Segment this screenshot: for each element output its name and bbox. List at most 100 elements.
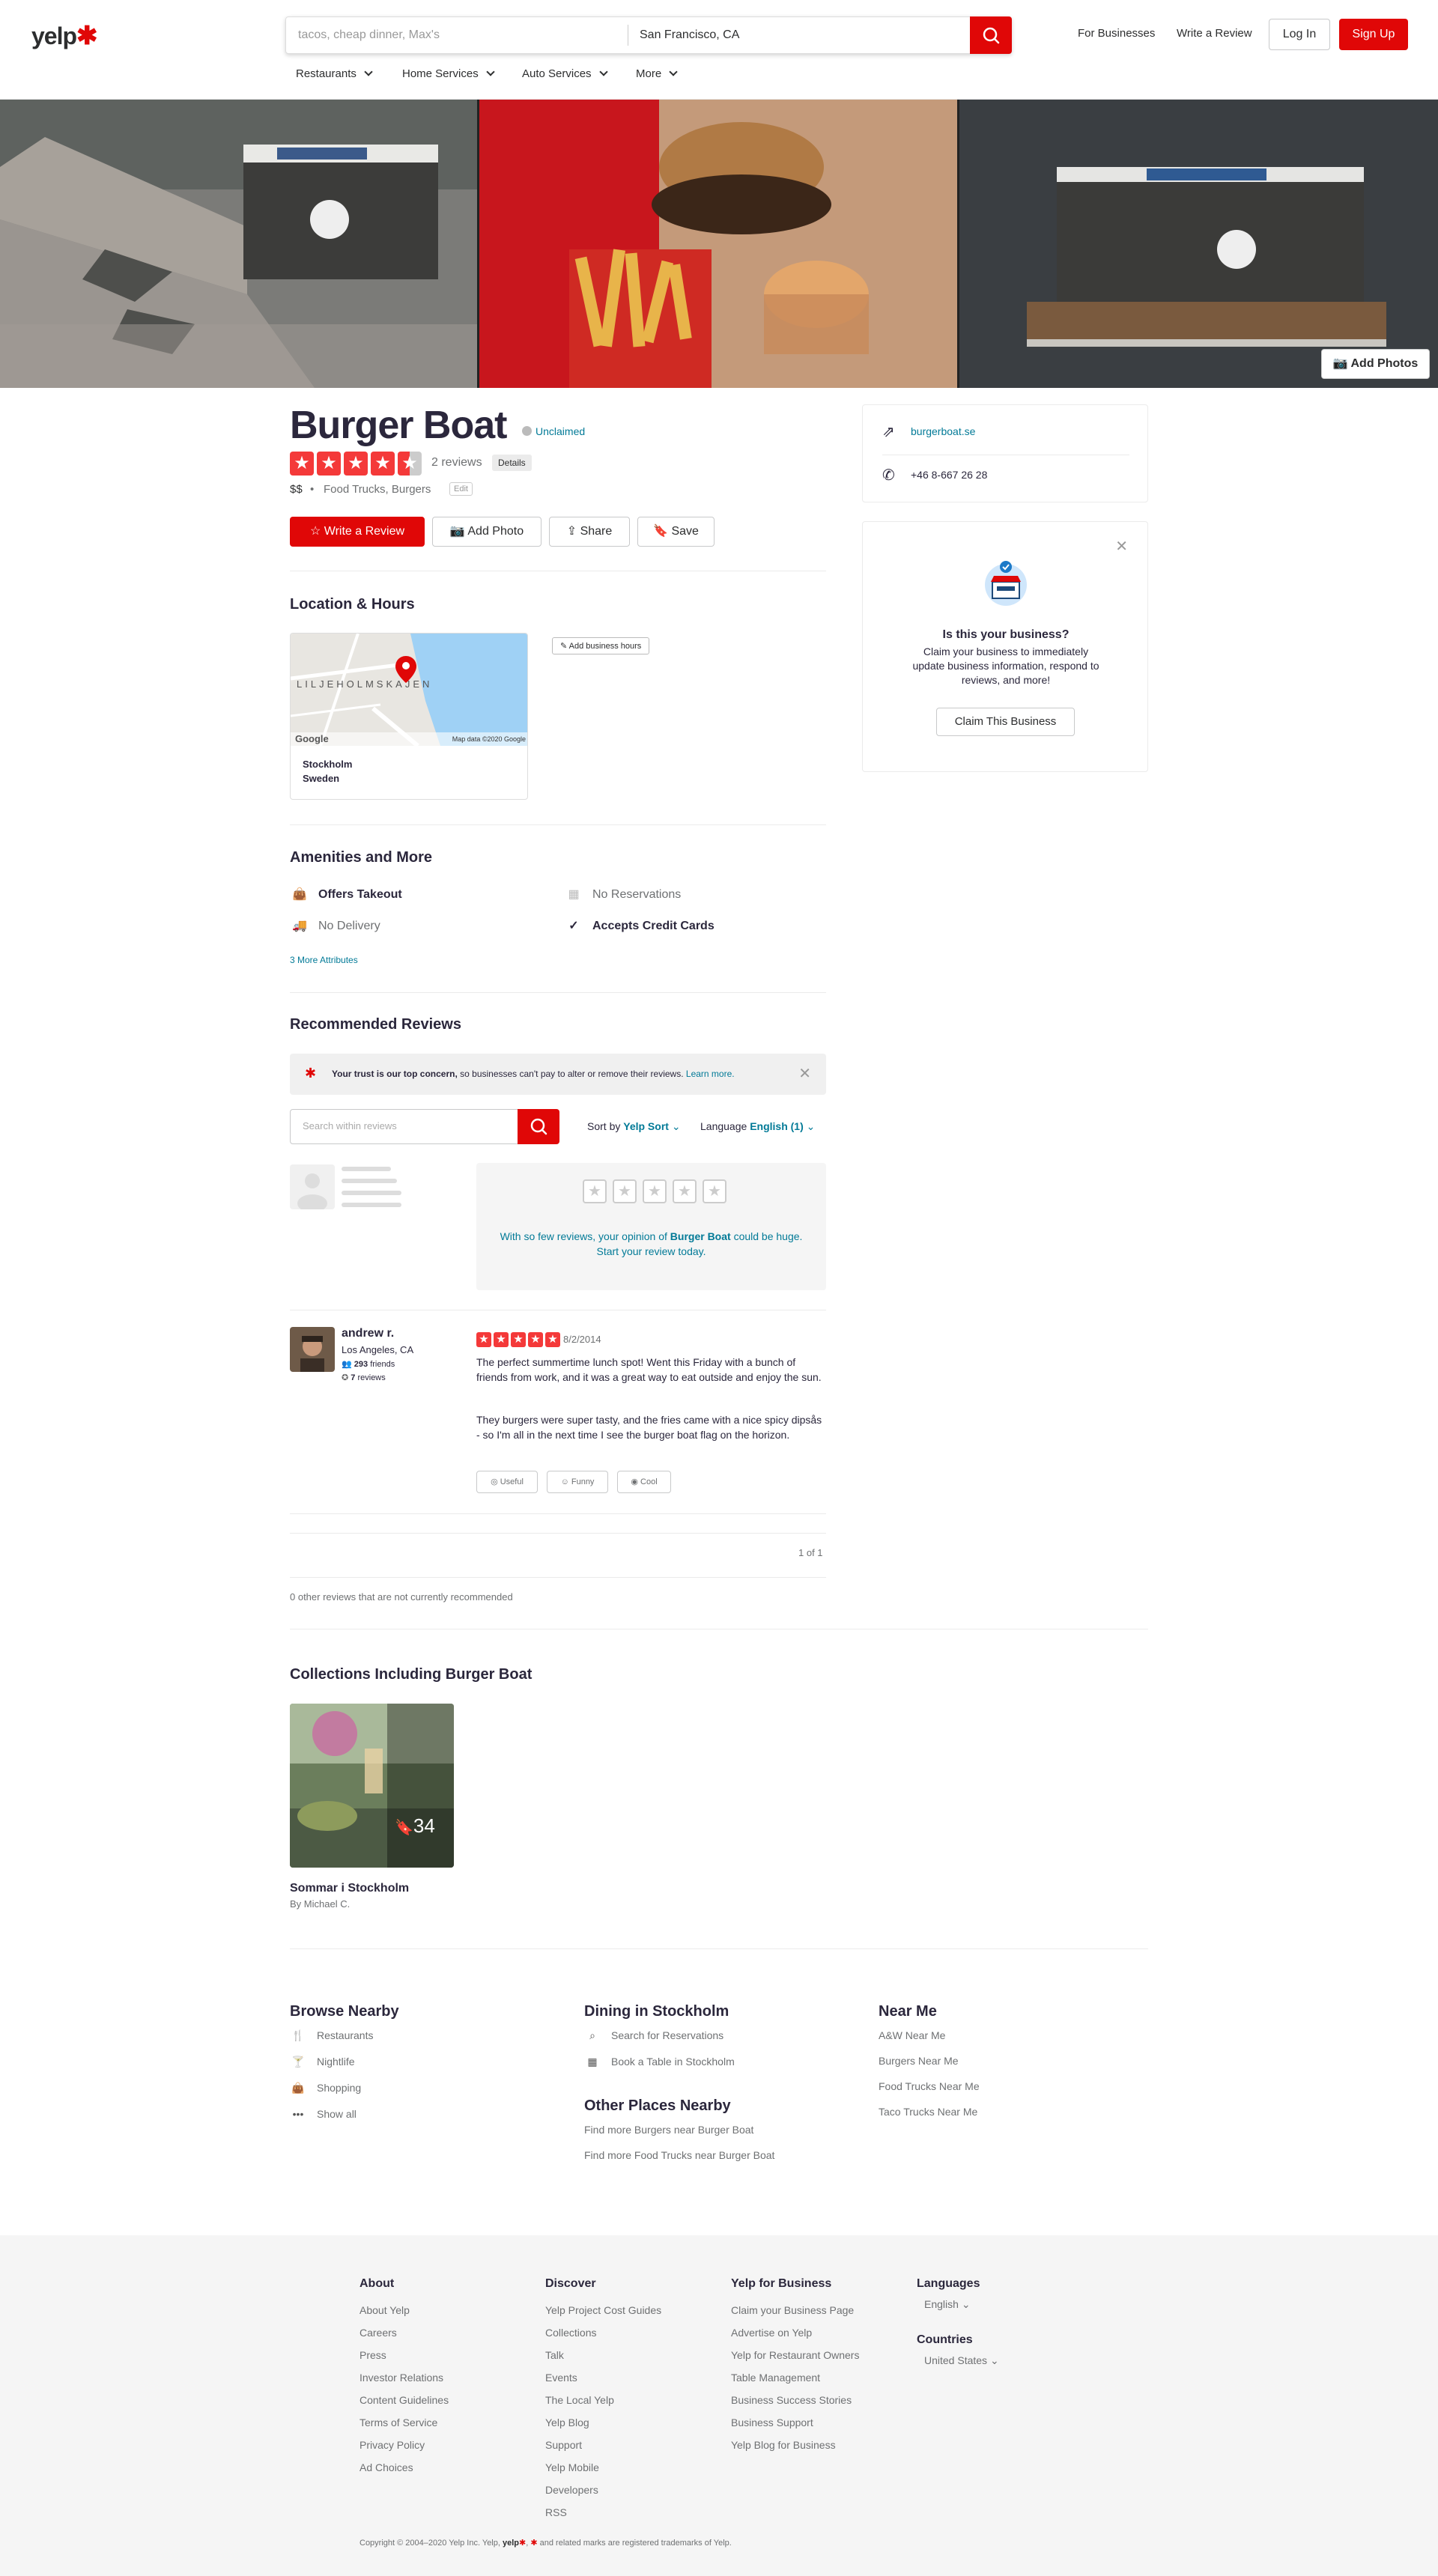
footer-link[interactable]: Yelp Project Cost Guides [545, 2304, 661, 2316]
edit-categories-button[interactable]: Edit [449, 482, 473, 496]
footer-link[interactable]: Advertise on Yelp [731, 2327, 859, 2339]
footer-link[interactable]: Privacy Policy [360, 2439, 449, 2451]
footer-link[interactable]: About Yelp [360, 2304, 449, 2316]
review-search-input[interactable]: Search within reviews [290, 1109, 519, 1144]
add-photo-button[interactable]: 📷 Add Photo [432, 517, 541, 547]
map[interactable]: LILJEHOLMSKAJEN Google Map data ©2020 Go… [291, 634, 527, 748]
more-attributes-link[interactable]: 3 More Attributes [290, 955, 358, 965]
close-icon[interactable]: ✕ [1115, 537, 1128, 556]
footer-link[interactable]: Developers [545, 2484, 661, 2496]
footer-link[interactable]: Business Success Stories [731, 2394, 859, 2406]
footer-link[interactable]: Yelp for Restaurant Owners [731, 2349, 859, 2361]
amenity-takeout: 👜 Offers Takeout [290, 887, 402, 902]
star-icon[interactable]: ★ [583, 1179, 607, 1203]
collection-author[interactable]: By Michael C. [290, 1898, 350, 1910]
photo-boat-water[interactable] [959, 100, 1438, 388]
share-button[interactable]: ⇪ Share [549, 517, 630, 547]
browse-restaurants-link[interactable]: 🍴 Restaurants [290, 2029, 399, 2042]
cool-button[interactable]: ◉ Cool [617, 1471, 671, 1493]
useful-button[interactable]: ◎ Useful [476, 1471, 538, 1493]
browse-show-all-link[interactable]: ••• Show all [290, 2108, 399, 2120]
footer-link[interactable]: The Local Yelp [545, 2394, 661, 2406]
business-categories[interactable]: Food Trucks, Burgers [324, 483, 431, 496]
empty-stars[interactable]: ★ ★ ★ ★ ★ [583, 1179, 729, 1203]
footer-link[interactable]: Ad Choices [360, 2461, 449, 2473]
language-selector[interactable]: English ⌄ [924, 2298, 999, 2311]
claim-business-button[interactable]: Claim This Business [936, 708, 1075, 736]
close-icon[interactable]: ✕ [798, 1064, 811, 1083]
footer-link[interactable]: Terms of Service [360, 2416, 449, 2428]
star-icon[interactable]: ★ [673, 1179, 697, 1203]
footer-link[interactable]: Events [545, 2372, 661, 2384]
footer-link[interactable]: Talk [545, 2349, 661, 2361]
footer-link[interactable]: Claim your Business Page [731, 2304, 859, 2316]
claim-business-card: ✕ Is this your business? Claim your busi… [862, 521, 1148, 772]
yelp-logo[interactable]: yelp✱ [31, 21, 98, 51]
language-dropdown[interactable]: Language English (1) ⌄ [700, 1120, 815, 1133]
write-review-cta[interactable]: With so few reviews, your opinion of Bur… [499, 1229, 804, 1259]
search-button[interactable] [970, 16, 1012, 54]
collection-title[interactable]: Sommar i Stockholm [290, 1882, 409, 1895]
star-icon[interactable]: ★ [613, 1179, 637, 1203]
write-review-link[interactable]: Write a Review [1177, 27, 1252, 40]
signup-button[interactable]: Sign Up [1339, 19, 1408, 50]
footer-link[interactable]: Press [360, 2349, 449, 2361]
details-button[interactable]: Details [492, 455, 532, 471]
not-recommended-link[interactable]: 0 other reviews that are not currently r… [290, 1591, 513, 1603]
search-reservations-link[interactable]: ⌕ Search for Reservations [584, 2029, 735, 2042]
country-selector[interactable]: United States ⌄ [924, 2354, 999, 2367]
website-link[interactable]: burgerboat.se [911, 425, 975, 437]
browse-shopping-link[interactable]: 👜 Shopping [290, 2082, 399, 2094]
separator-dot: • [310, 483, 315, 496]
search-near-input[interactable]: San Francisco, CA [640, 17, 954, 53]
claim-description: Claim your business to immediately updat… [912, 645, 1099, 686]
other-place-link[interactable]: Find more Burgers near Burger Boat [584, 2124, 774, 2136]
write-review-button[interactable]: ☆ Write a Review [290, 517, 425, 547]
footer-link[interactable]: Collections [545, 2327, 661, 2339]
near-me-link[interactable]: A&W Near Me [879, 2029, 980, 2041]
star-icon[interactable]: ★ [703, 1179, 726, 1203]
phone-number[interactable]: +46 8-667 26 28 [911, 469, 987, 481]
review-count[interactable]: 2 reviews [431, 456, 482, 470]
claim-status[interactable]: Unclaimed [522, 425, 585, 437]
near-me-link[interactable]: Burgers Near Me [879, 2055, 980, 2067]
save-button[interactable]: 🔖 Save [637, 517, 715, 547]
collection-card-image[interactable]: 🔖34 [290, 1704, 454, 1868]
footer-link[interactable]: Yelp Blog [545, 2416, 661, 2428]
near-me-link[interactable]: Taco Trucks Near Me [879, 2106, 980, 2118]
near-me-link[interactable]: Food Trucks Near Me [879, 2080, 980, 2092]
photo-boat-aerial[interactable] [0, 100, 477, 388]
search-find-input[interactable]: tacos, cheap dinner, Max's [298, 17, 628, 53]
star-icon[interactable]: ★ [643, 1179, 667, 1203]
book-table-link[interactable]: ▦ Book a Table in Stockholm [584, 2056, 734, 2068]
photo-burger-fries[interactable] [479, 100, 957, 388]
category-restaurants[interactable]: Restaurants [296, 67, 373, 80]
add-photos-button[interactable]: 📷 Add Photos [1321, 349, 1430, 379]
browse-nightlife-link[interactable]: 🍸 Nightlife [290, 2056, 399, 2068]
map-pin-icon[interactable] [395, 656, 416, 683]
category-home-services[interactable]: Home Services [402, 67, 495, 80]
add-business-hours-button[interactable]: ✎ Add business hours [552, 637, 650, 654]
learn-more-link[interactable]: Learn more. [686, 1069, 735, 1079]
for-businesses-link[interactable]: For Businesses [1078, 27, 1155, 40]
footer-discover: Discover Yelp Project Cost Guides Collec… [545, 2277, 661, 2529]
footer-link[interactable]: Investor Relations [360, 2372, 449, 2384]
reviewer-avatar[interactable] [290, 1327, 335, 1372]
reviewer-name[interactable]: andrew r. [342, 1327, 394, 1340]
footer-link[interactable]: Careers [360, 2327, 449, 2339]
footer-link[interactable]: Business Support [731, 2416, 859, 2428]
other-place-link[interactable]: Find more Food Trucks near Burger Boat [584, 2149, 774, 2161]
footer-link[interactable]: Table Management [731, 2372, 859, 2384]
login-button[interactable]: Log In [1269, 19, 1330, 50]
footer-link[interactable]: RSS [545, 2506, 661, 2518]
category-auto-services[interactable]: Auto Services [522, 67, 608, 80]
external-link-icon: ⇗ [882, 424, 895, 440]
sort-dropdown[interactable]: Sort by Yelp Sort ⌄ [587, 1120, 681, 1133]
funny-button[interactable]: ☺ Funny [547, 1471, 608, 1493]
category-more[interactable]: More [636, 67, 678, 80]
footer-link[interactable]: Yelp Blog for Business [731, 2439, 859, 2451]
footer-link[interactable]: Support [545, 2439, 661, 2451]
review-search-button[interactable] [518, 1109, 559, 1144]
footer-link[interactable]: Content Guidelines [360, 2394, 449, 2406]
footer-link[interactable]: Yelp Mobile [545, 2461, 661, 2473]
